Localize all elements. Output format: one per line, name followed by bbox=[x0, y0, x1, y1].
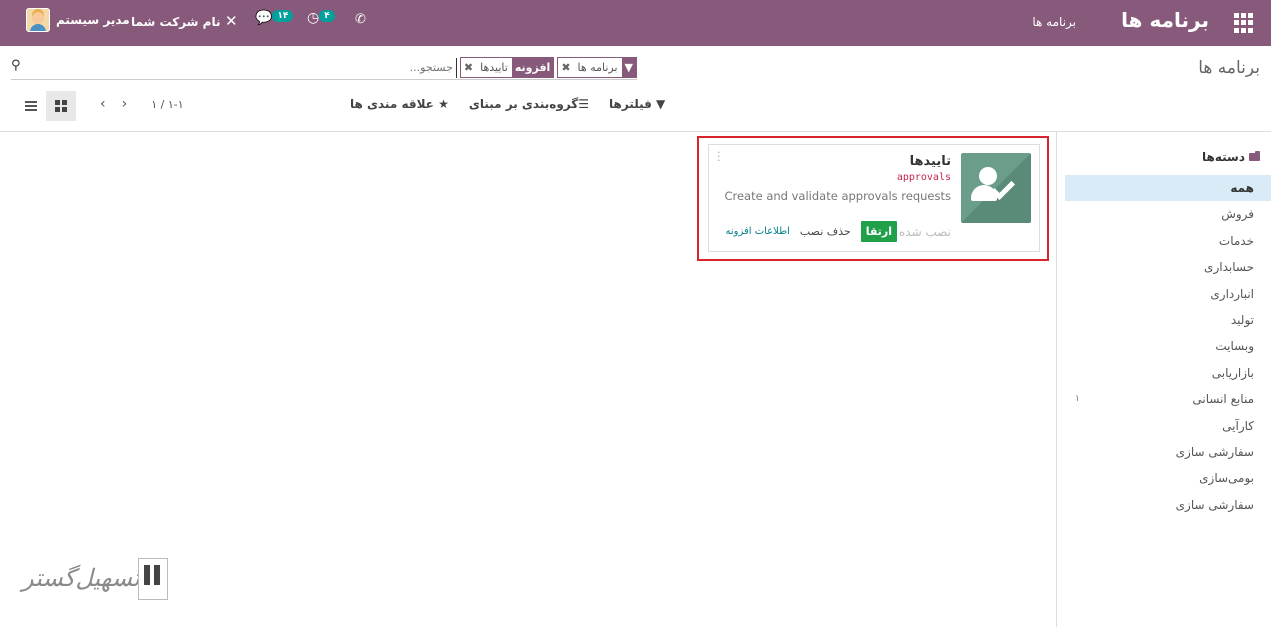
facet-filter[interactable]: ▼ برنامه ها ✖ bbox=[557, 57, 637, 78]
search-bar: ⚲ ▼ برنامه ها ✖ افزونه تاییدها ✖ bbox=[11, 56, 637, 80]
search-icon[interactable]: ⚲ bbox=[11, 58, 21, 73]
module-card[interactable]: · · · تاییدها approvals Create and validat… bbox=[708, 144, 1040, 252]
module-icon bbox=[961, 153, 1031, 223]
clock-icon: ◷ bbox=[307, 10, 320, 26]
list-icon bbox=[25, 101, 37, 111]
category-item[interactable]: خدمات bbox=[1065, 228, 1271, 254]
breadcrumb: برنامه ها bbox=[1198, 58, 1260, 78]
favorites-label: علاقه مندی ها bbox=[350, 97, 434, 111]
groupby-label: گروه‌بندی بر مبنای bbox=[468, 97, 579, 111]
list-view-button[interactable] bbox=[16, 91, 46, 121]
favorites-button[interactable]: ★ علاقه مندی ها bbox=[350, 97, 449, 111]
user-name: مدیر سیستم bbox=[56, 13, 130, 27]
main-navbar: برنامه ها برنامه ها مدیر سیستم نام شرکت … bbox=[0, 0, 1271, 46]
chevron-right-icon[interactable]: › bbox=[122, 96, 128, 112]
activity-badge: ۴ bbox=[319, 10, 335, 22]
facet-close-icon[interactable]: ✖ bbox=[558, 58, 573, 77]
company-switcher[interactable]: نام شرکت شما bbox=[131, 15, 220, 29]
messaging-menu[interactable]: ۱۴💬 bbox=[253, 10, 294, 26]
category-label: تولید bbox=[1230, 312, 1254, 327]
filter-icon: ▼ bbox=[656, 97, 666, 111]
category-item[interactable]: سفارشی سازی bbox=[1065, 439, 1271, 465]
category-label: همه bbox=[1230, 181, 1254, 195]
bars-icon: ☰ bbox=[578, 97, 589, 111]
category-item[interactable]: سفارشی سازی bbox=[1065, 492, 1271, 518]
category-item[interactable]: انبارداری bbox=[1065, 281, 1271, 307]
user-menu[interactable]: مدیر سیستم bbox=[26, 8, 130, 32]
category-item[interactable]: بومی‌سازی bbox=[1065, 465, 1271, 491]
module-actions: نصب شده ارتقا حذف نصب اطلاعات افزونه bbox=[725, 221, 951, 242]
upgrade-button[interactable]: ارتقا bbox=[860, 221, 898, 242]
category-item[interactable]: بازاریابی bbox=[1065, 360, 1271, 386]
avatar bbox=[26, 8, 50, 32]
chat-icon: 💬 bbox=[255, 10, 273, 26]
category-list: همه فروش خدمات حسابداری انبارداری تولید … bbox=[1065, 175, 1271, 518]
category-label: فروش bbox=[1221, 207, 1254, 222]
uninstall-button[interactable]: حذف نصب bbox=[800, 225, 851, 238]
category-item[interactable]: همه bbox=[1065, 175, 1271, 202]
category-item[interactable]: منابع انسانی ۱ bbox=[1065, 386, 1271, 412]
category-label: کارآیی bbox=[1222, 418, 1254, 433]
groupby-button[interactable]: ☰گروه‌بندی بر مبنای bbox=[469, 97, 589, 111]
category-label: خدمات bbox=[1218, 233, 1254, 248]
category-item[interactable]: تولید bbox=[1065, 307, 1271, 333]
search-input[interactable] bbox=[356, 57, 457, 78]
facet-value: برنامه ها bbox=[577, 61, 618, 74]
star-icon: ★ bbox=[438, 97, 449, 111]
bug-icon[interactable]: ✕ bbox=[225, 12, 238, 30]
grid-icon bbox=[55, 100, 67, 112]
module-title: تاییدها bbox=[909, 154, 951, 169]
folder-icon bbox=[1249, 151, 1260, 161]
pager-value[interactable]: ۱-۱ / ۱ bbox=[151, 98, 183, 111]
facet-label: افزونه bbox=[511, 58, 554, 77]
filters-button[interactable]: ▼ فیلترها bbox=[609, 97, 665, 111]
facet-module[interactable]: افزونه تاییدها ✖ bbox=[459, 57, 555, 78]
category-item[interactable]: فروش bbox=[1065, 201, 1271, 227]
pager: ‹ › ۱-۱ / ۱ bbox=[100, 96, 184, 112]
phone-icon[interactable]: ✆ bbox=[355, 12, 366, 27]
category-label: حسابداری bbox=[1204, 260, 1254, 275]
categories-label: دسته‌ها bbox=[1202, 150, 1245, 164]
activity-menu[interactable]: ۴◷ bbox=[305, 10, 335, 26]
category-label: منابع انسانی bbox=[1192, 392, 1254, 407]
category-label: سفارشی سازی bbox=[1175, 497, 1254, 512]
chevron-left-icon[interactable]: ‹ bbox=[100, 96, 106, 112]
kanban-view-button[interactable] bbox=[46, 91, 76, 121]
installed-status: نصب شده bbox=[899, 224, 951, 239]
apps-menu-icon[interactable] bbox=[1233, 13, 1253, 33]
module-info-button[interactable]: اطلاعات افزونه bbox=[725, 226, 789, 237]
category-count: ۱ bbox=[1075, 394, 1080, 405]
facet-close-icon[interactable]: ✖ bbox=[461, 58, 476, 77]
watermark-logo-icon bbox=[138, 558, 168, 600]
watermark: تسهیل‌گستر bbox=[22, 558, 170, 604]
module-technical-name: approvals bbox=[896, 172, 951, 183]
filter-icon: ▼ bbox=[621, 58, 636, 77]
module-summary: Create and validate approvals requests bbox=[724, 189, 951, 203]
watermark-text: تسهیل‌گستر bbox=[22, 564, 140, 592]
app-brand[interactable]: برنامه ها bbox=[1121, 8, 1209, 32]
category-label: وبسایت bbox=[1215, 339, 1254, 354]
category-label: سفارشی سازی bbox=[1175, 444, 1254, 459]
search-facets: ▼ برنامه ها ✖ افزونه تاییدها ✖ bbox=[356, 57, 637, 78]
category-item[interactable]: وبسایت bbox=[1065, 333, 1271, 359]
view-switcher bbox=[16, 91, 76, 121]
category-label: بومی‌سازی bbox=[1199, 471, 1254, 486]
category-item[interactable]: کارآیی bbox=[1065, 413, 1271, 439]
category-sidebar: دسته‌ها همه فروش خدمات حسابداری انباردار… bbox=[1056, 132, 1271, 627]
categories-title: دسته‌ها bbox=[1202, 150, 1260, 164]
facet-value: تاییدها bbox=[480, 61, 508, 74]
search-options: ▼ فیلترها ☰گروه‌بندی بر مبنای ★ علاقه من… bbox=[350, 97, 665, 111]
filters-label: فیلترها bbox=[609, 97, 652, 111]
dropdown-dots-icon[interactable]: · · · bbox=[717, 147, 721, 166]
category-label: انبارداری bbox=[1210, 286, 1254, 301]
category-item[interactable]: حسابداری bbox=[1065, 254, 1271, 280]
chat-badge: ۱۴ bbox=[272, 10, 294, 22]
menu-apps[interactable]: برنامه ها bbox=[1032, 15, 1076, 29]
category-label: بازاریابی bbox=[1211, 365, 1254, 380]
